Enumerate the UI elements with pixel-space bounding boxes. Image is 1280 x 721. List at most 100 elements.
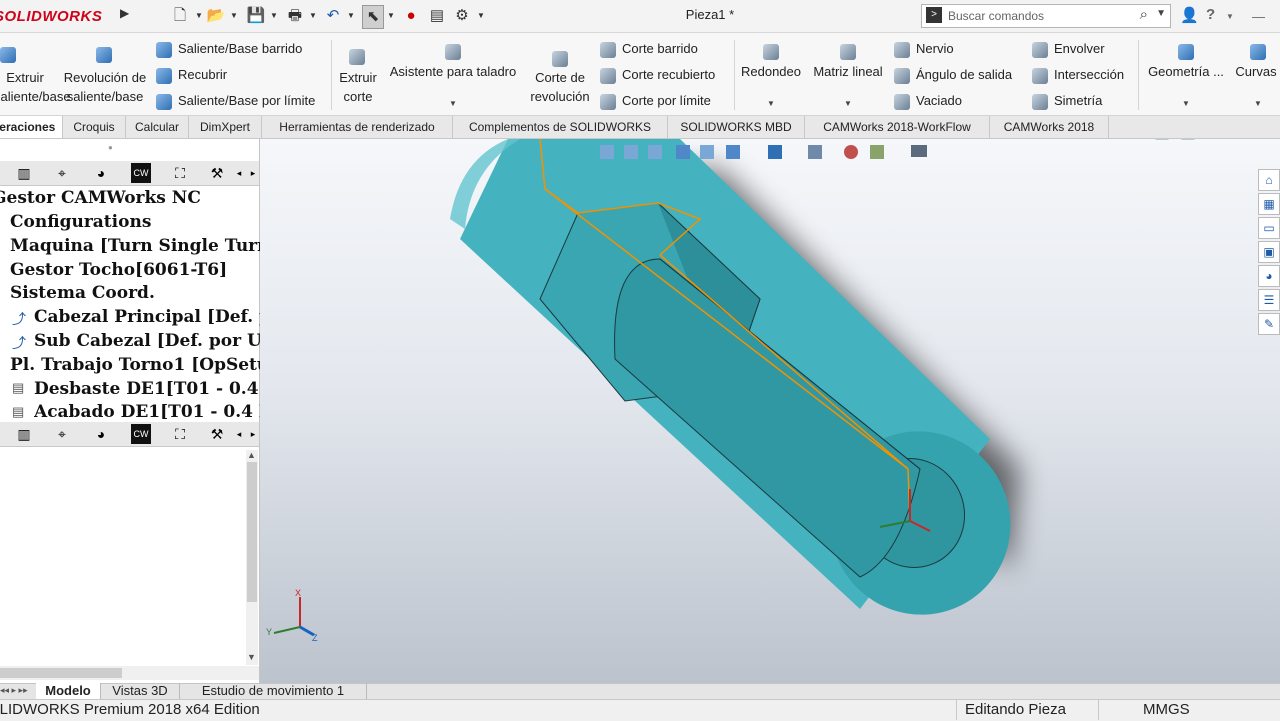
intersect-button[interactable]: Intersección [1032, 67, 1124, 84]
edit-appearance-icon[interactable] [844, 145, 858, 159]
unit-system-selector[interactable]: MMGS [1143, 701, 1190, 718]
boundary-boss-button[interactable]: Saliente/Base por límite [156, 93, 315, 110]
boundary-cut-button[interactable]: Corte por límite [600, 93, 711, 110]
appearance-icon[interactable]: ◕ [91, 424, 111, 444]
file-explorer-icon[interactable]: ▭ [1258, 217, 1280, 239]
tree-item-desbaste[interactable]: Desbaste DE1[T01 - 0.4 DIAMOND 80] [34, 379, 266, 399]
panel-collapse-dot[interactable]: ● [108, 143, 113, 152]
dynamic-annotation-icon[interactable] [700, 145, 714, 159]
rib-button[interactable]: Nervio [894, 41, 954, 58]
select-icon[interactable]: ⬉ [362, 5, 384, 29]
tree-item-pl-trabajo-torno[interactable]: Pl. Trabajo Torno1 [OpSetup1] [10, 355, 269, 375]
vertical-scrollbar-thumb[interactable] [247, 462, 257, 602]
tab-herramientas-renderizado[interactable]: Herramientas de renderizado [262, 116, 453, 138]
property-manager-icon[interactable]: ⌖ [52, 163, 72, 183]
forum-icon[interactable]: ✎ [1258, 313, 1280, 335]
options-dropdown-icon[interactable]: ▼ [476, 5, 486, 27]
tab-solidworks-mbd[interactable]: SOLIDWORKS MBD [668, 116, 805, 138]
hole-wizard-button[interactable]: Asistente para taladro [384, 62, 522, 81]
solidworks-logo[interactable]: SOLIDWORKS [0, 6, 118, 28]
tab-estudio-movimiento[interactable]: Estudio de movimiento 1 [180, 683, 367, 699]
tree-item-sub-cabezal[interactable]: Sub Cabezal [Def. por Usuario] [34, 331, 293, 351]
scroll-up-icon[interactable]: ▲ [247, 450, 256, 460]
curves-dropdown-icon[interactable]: ▼ [1254, 99, 1262, 108]
horizontal-scrollbar-thumb[interactable] [0, 668, 122, 678]
shell-button[interactable]: Vaciado [894, 93, 962, 110]
camworks-feature-tree-icon[interactable]: CW [131, 163, 151, 183]
tree-item-gestor-camworks[interactable]: Gestor CAMWorks NC [0, 188, 251, 208]
tab-dimxpert[interactable]: DimXpert [189, 116, 262, 138]
search-icon[interactable]: ⌕ [1140, 6, 1148, 23]
tab-calcular[interactable]: Calcular [126, 116, 189, 138]
select-dropdown-icon[interactable]: ▼ [386, 5, 396, 27]
feature-tree-icon[interactable]: ▥ [14, 424, 34, 444]
search-type-icon[interactable]: > [926, 7, 942, 23]
tab-camworks-2018[interactable]: CAMWorks 2018 [990, 116, 1109, 138]
mirror-button[interactable]: Simetría [1032, 93, 1102, 110]
options-gear-icon[interactable]: ⚙ [452, 5, 472, 27]
design-library-icon[interactable]: ▦ [1258, 193, 1280, 215]
fillet-dropdown-icon[interactable]: ▼ [767, 99, 775, 108]
undo-dropdown-icon[interactable]: ▼ [346, 5, 356, 27]
reference-geometry-button[interactable]: Geometría ... [1142, 62, 1230, 81]
scroll-down-icon[interactable]: ▼ [247, 652, 256, 662]
property-manager-icon[interactable]: ⌖ [52, 424, 72, 444]
camworks-feature-tree-icon[interactable]: CW [131, 424, 151, 444]
tab-croquis[interactable]: Croquis [63, 116, 126, 138]
hide-show-items-icon[interactable] [808, 145, 822, 159]
hole-wizard-dropdown-icon[interactable]: ▼ [449, 99, 457, 108]
apply-scene-icon[interactable] [870, 145, 884, 159]
tree-item-sistema-coord[interactable]: Sistema Coord. [10, 283, 269, 303]
camworks-operation-tree-icon[interactable]: ⛶ [170, 424, 190, 444]
linear-pattern-dropdown-icon[interactable]: ▼ [844, 99, 852, 108]
section-view-icon[interactable] [676, 145, 690, 159]
curves-button[interactable]: Curvas [1232, 62, 1280, 81]
search-commands-input[interactable]: > Buscar comandos ⌕ ▼ [921, 4, 1171, 28]
help-dropdown-icon[interactable]: ▼ [1226, 12, 1234, 21]
appearances-scenes-icon[interactable]: ◕ [1258, 265, 1280, 287]
zoom-area-icon[interactable] [624, 145, 638, 159]
revolve-boss-button[interactable]: Revolución de saliente/base [58, 68, 152, 106]
feature-tree-icon[interactable]: ▥ [14, 163, 34, 183]
tab-modelo[interactable]: Modelo [36, 683, 101, 699]
rebuild-icon[interactable]: ● [403, 5, 419, 27]
print-icon[interactable]: 🖶 [285, 5, 305, 27]
view-palette-icon[interactable]: ▣ [1258, 241, 1280, 263]
undo-icon[interactable]: ↶ [323, 5, 343, 27]
extrude-cut-button[interactable]: Extruir corte [334, 68, 382, 106]
help-icon[interactable]: ? [1206, 6, 1215, 23]
custom-properties-icon[interactable]: ☰ [1258, 289, 1280, 311]
open-dropdown-icon[interactable]: ▼ [229, 5, 239, 27]
save-icon[interactable]: 💾 [246, 5, 266, 27]
print-dropdown-icon[interactable]: ▼ [308, 5, 318, 27]
reference-geometry-dropdown-icon[interactable]: ▼ [1182, 99, 1190, 108]
swept-boss-button[interactable]: Saliente/Base barrido [156, 41, 302, 58]
tab-vistas-3d[interactable]: Vistas 3D [101, 683, 180, 699]
lofted-cut-button[interactable]: Corte recubierto [600, 67, 715, 84]
new-dropdown-icon[interactable]: ▼ [194, 5, 204, 27]
fillet-button[interactable]: Redondeo [736, 62, 806, 81]
tree-item-maquina[interactable]: Maquina [Turn Single Turret - Metric] [10, 236, 269, 256]
user-account-icon[interactable]: 👤 [1180, 6, 1199, 24]
tab-operaciones[interactable]: Operaciones [0, 116, 63, 138]
tab-complementos[interactable]: Complementos de SOLIDWORKS [453, 116, 668, 138]
appearance-icon[interactable]: ◕ [91, 163, 111, 183]
camworks-tool-tree-icon[interactable]: ⚒ [207, 424, 227, 444]
linear-pattern-button[interactable]: Matriz lineal [808, 62, 888, 81]
tab-camworks-workflow[interactable]: CAMWorks 2018-WorkFlow [805, 116, 990, 138]
search-dropdown-icon[interactable]: ▼ [1156, 8, 1166, 19]
zoom-to-fit-icon[interactable] [600, 145, 614, 159]
previous-view-icon[interactable] [648, 145, 662, 159]
loft-boss-button[interactable]: Recubrir [156, 67, 227, 84]
camworks-tool-tree-icon[interactable]: ⚒ [207, 163, 227, 183]
new-document-icon[interactable]: 🗋 [170, 5, 190, 27]
view-settings-icon[interactable] [911, 145, 927, 157]
save-dropdown-icon[interactable]: ▼ [269, 5, 279, 27]
swept-cut-button[interactable]: Corte barrido [600, 41, 698, 58]
camworks-operation-tree-icon[interactable]: ⛶ [170, 163, 190, 183]
view-orientation-icon[interactable] [726, 145, 740, 159]
menu-arrow-icon[interactable]: ▶ [120, 6, 134, 26]
file-properties-icon[interactable]: ▤ [427, 5, 447, 27]
tab-scroll-icons[interactable]: ◂◂ ▸ ▸▸ [0, 685, 28, 696]
tree-item-acabado[interactable]: Acabado DE1[T01 - 0.4 DIAMOND 80] [34, 402, 266, 420]
